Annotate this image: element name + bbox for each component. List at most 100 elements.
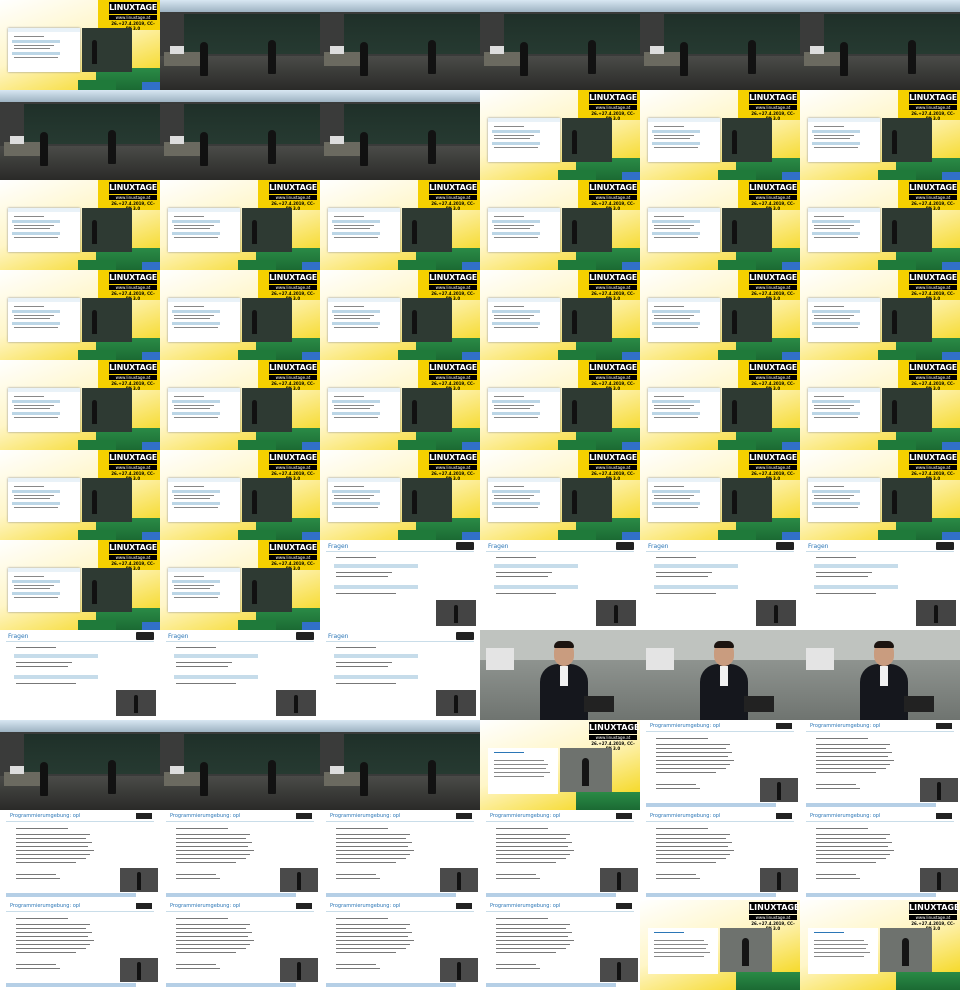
mini-slide-header: [328, 478, 400, 482]
overlay-frame: LINUXTAGE www.linuxtage.at 26.+27.4.2019…: [800, 180, 960, 270]
speaker: [892, 220, 897, 244]
banner-sea: [782, 442, 800, 450]
text-line: [496, 593, 556, 594]
text-line: [654, 228, 690, 229]
slide-logo: [936, 723, 952, 729]
text-line: [496, 576, 548, 577]
mini-slide: [8, 28, 80, 72]
text-line: [174, 486, 204, 487]
text-line: [814, 306, 844, 307]
footnote-line: [16, 964, 56, 965]
event-date: 26.+27.4.2019, CC-BY 3.0: [751, 471, 795, 481]
text-line: [654, 315, 694, 316]
window-strip: [160, 90, 320, 102]
linuxtage-logo: LINUXTAGE: [749, 92, 797, 104]
text-line: [176, 846, 248, 847]
text-line: [176, 828, 228, 829]
event-date: 26.+27.4.2019, CC-BY 3.0: [431, 471, 475, 481]
text-line: [816, 854, 890, 855]
speaker: [412, 400, 417, 424]
fragen-slide-frame: Fragen: [800, 540, 960, 630]
linuxtage-logo: LINUXTAGE: [589, 362, 637, 374]
text-line: [176, 838, 246, 839]
overlay-frame: LINUXTAGE www.linuxtage.at 26.+27.4.2019…: [800, 360, 960, 450]
overlay-frame: LINUXTAGE www.linuxtage.at 26.+27.4.2019…: [800, 270, 960, 360]
linuxtage-logo: LINUXTAGE: [109, 452, 157, 464]
banner-sea: [302, 532, 320, 540]
lectern: [644, 52, 684, 66]
title-rule: [326, 911, 474, 912]
text-line: [176, 928, 246, 929]
mini-camera: [560, 748, 612, 792]
overlay-frame: LINUXTAGE www.linuxtage.at 26.+27.4.2019…: [0, 360, 160, 450]
block-header: [332, 502, 380, 505]
mini-slide-header: [328, 388, 400, 392]
mini-slide-header: [488, 208, 560, 212]
banner-hill: [878, 260, 916, 270]
camera-inset: [276, 690, 316, 716]
block-header: [12, 412, 60, 415]
mini-camera: [402, 478, 452, 522]
mini-slide-header: [8, 388, 80, 392]
mini-camera: [242, 388, 292, 432]
text-line: [496, 918, 548, 919]
text-line: [336, 557, 376, 558]
mini-slide-header: [168, 478, 240, 482]
mini-slide: [328, 388, 400, 432]
overlay-frame: LINUXTAGE www.linuxtage.at 26.+27.4.2019…: [480, 270, 640, 360]
text-line: [176, 666, 228, 667]
text-line: [654, 952, 710, 953]
overlay-frame: LINUXTAGE www.linuxtage.at 26.+27.4.2019…: [800, 450, 960, 540]
footnote-line: [656, 788, 700, 789]
block-header: [492, 142, 540, 145]
text-line: [336, 858, 406, 859]
text-line: [14, 585, 54, 586]
slide-footer: [646, 893, 776, 897]
mini-title: [494, 752, 524, 753]
slide-logo: [616, 903, 632, 909]
text-line: [496, 834, 570, 835]
text-line: [496, 952, 556, 953]
slide-title: Programmierumgebung: opl: [330, 813, 401, 819]
text-line: [336, 918, 388, 919]
mini-slide-header: [648, 298, 720, 302]
title-rule: [6, 641, 154, 642]
text-line: [816, 846, 888, 847]
text-line: [654, 216, 684, 217]
slide-logo: [296, 903, 312, 909]
camera-inset: [920, 778, 958, 802]
text-line: [176, 850, 254, 851]
block-header: [172, 412, 220, 415]
linuxtage-url: www.linuxtage.at: [749, 465, 797, 470]
text-line: [816, 834, 890, 835]
mini-slide: [808, 208, 880, 252]
text-line: [334, 486, 364, 487]
mini-camera: [82, 568, 132, 612]
text-line: [176, 862, 236, 863]
banner-sea: [782, 532, 800, 540]
text-line: [176, 952, 236, 953]
camera-inset: [120, 868, 158, 892]
banner-hill: [78, 530, 116, 540]
text-line: [814, 940, 864, 941]
speaker: [937, 782, 941, 800]
mini-slide-header: [488, 478, 560, 482]
text-line: [654, 408, 690, 409]
mini-slide: [168, 388, 240, 432]
linuxtage-logo: LINUXTAGE: [589, 722, 640, 734]
camera-inset: [120, 958, 158, 982]
text-line: [816, 752, 892, 753]
text-line: [16, 662, 72, 663]
text-line: [814, 225, 854, 226]
event-date: 26.+27.4.2019, CC-BY 3.0: [271, 201, 315, 211]
text-line: [814, 405, 854, 406]
text-line: [496, 557, 536, 558]
mini-slide-header: [168, 568, 240, 572]
banner-landscape: [576, 792, 640, 810]
fragen-slide-frame: Fragen: [640, 540, 800, 630]
speaker: [572, 220, 577, 244]
text-line: [336, 862, 396, 863]
mini-slide: [488, 118, 560, 162]
mini-slide: [648, 118, 720, 162]
lectern: [484, 52, 524, 66]
